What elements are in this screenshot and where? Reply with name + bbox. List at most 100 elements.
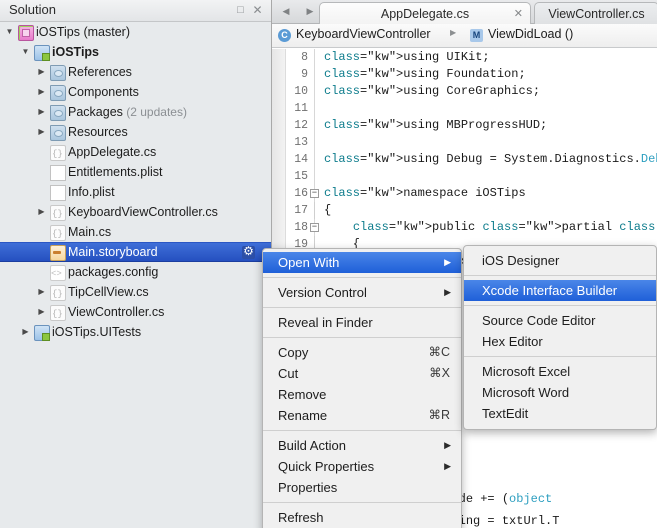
tab-viewcontroller[interactable]: ViewController.cs	[534, 2, 657, 24]
chevron-down-icon[interactable]	[20, 42, 31, 62]
chevron-right-icon[interactable]	[36, 302, 47, 322]
menu-item-label: Properties	[278, 480, 338, 495]
context-menu[interactable]: Open With ▶ Version Control ▶ Reveal in Find…	[262, 248, 462, 528]
tree-row-label: Components	[68, 85, 139, 99]
menu-item-shortcut: ⌘C	[428, 345, 450, 359]
tree-row[interactable]: ViewController.cs	[0, 302, 271, 324]
breadcrumb-method[interactable]: ViewDidLoad ()	[488, 27, 573, 41]
submenu-arrow-icon: ▶	[444, 461, 451, 471]
tree-row[interactable]: Resources	[0, 122, 271, 142]
tree-row[interactable]: Info.plist	[0, 182, 271, 202]
tree-row[interactable]: Main.cs	[0, 222, 271, 244]
tree-row-label: Main.storyboard	[68, 245, 158, 259]
chevron-right-icon[interactable]	[20, 322, 31, 342]
tree-row-sublabel: (2 updates)	[122, 105, 187, 119]
arrow-right-icon[interactable]: ▶	[302, 4, 318, 19]
menu-separator	[263, 307, 461, 308]
close-icon[interactable]: ✕	[514, 3, 523, 25]
csharp-icon	[50, 304, 66, 324]
arrow-left-icon[interactable]: ◀	[278, 4, 294, 19]
submenu-arrow-icon: ▶	[444, 287, 451, 297]
code-line: 15	[272, 168, 657, 185]
tab-label: AppDelegate.cs	[380, 7, 470, 21]
tab-appdelegate[interactable]: AppDelegate.cs ✕	[319, 2, 531, 24]
line-number: 18	[294, 221, 308, 234]
menu-item-shortcut: ⌘R	[428, 408, 450, 422]
tree-row-label: packages.config	[68, 265, 159, 279]
menu-item[interactable]: iOS Designer	[464, 250, 656, 271]
menu-separator	[263, 277, 461, 278]
tree-row[interactable]: AppDelegate.cs	[0, 142, 271, 164]
plist-icon	[50, 165, 66, 181]
menu-item[interactable]: Microsoft Excel	[464, 361, 656, 382]
tree-row[interactable]: References	[0, 62, 271, 82]
menu-item-label: Cut	[278, 366, 299, 381]
menu-item[interactable]: Copy ⌘C	[263, 342, 461, 363]
code-text: class="kw">using UIKit;	[324, 50, 490, 64]
menu-item[interactable]: Xcode Interface Builder	[464, 280, 656, 301]
menu-item-label: Rename	[278, 408, 328, 423]
menu-item-label: TextEdit	[482, 406, 529, 421]
tree-row-label: Main.cs	[68, 225, 112, 239]
line-number: 16	[294, 187, 308, 200]
tree-row-selected[interactable]: Main.storyboard	[0, 242, 271, 262]
menu-item-label: Microsoft Word	[482, 385, 570, 400]
code-text: class="kw">public class="kw">partial cla…	[352, 220, 656, 234]
menu-item[interactable]: Properties	[263, 477, 461, 498]
tree-row-label: iOSTips (master)	[36, 25, 130, 39]
line-number: 17	[294, 204, 308, 217]
menu-item[interactable]: Source Code Editor	[464, 310, 656, 331]
tree-row[interactable]: Packages (2 updates)	[0, 102, 271, 122]
gear-icon[interactable]	[242, 244, 255, 259]
menu-item[interactable]: Rename ⌘R	[263, 405, 461, 426]
tree-row[interactable]: Components	[0, 82, 271, 102]
chevron-right-icon[interactable]	[36, 122, 47, 142]
menu-item[interactable]: Version Control ▶	[263, 282, 461, 303]
menu-item[interactable]: Hex Editor	[464, 331, 656, 352]
submenu-arrow-icon: ▶	[444, 440, 451, 450]
page-title: Solution	[9, 2, 56, 17]
menu-item[interactable]: Reveal in Finder	[263, 312, 461, 333]
folder-icon	[50, 85, 66, 101]
menu-separator	[263, 502, 461, 503]
menu-item[interactable]: Build Action ▶	[263, 435, 461, 456]
menu-item[interactable]: TextEdit	[464, 403, 656, 424]
chevron-right-icon[interactable]	[36, 202, 47, 222]
chevron-right-icon[interactable]	[36, 282, 47, 302]
breadcrumb-class[interactable]: KeyboardViewController	[296, 27, 431, 41]
menu-item[interactable]: Open With ▶	[263, 252, 461, 273]
code-line: 12 class="kw">using MBProgressHUD;	[272, 117, 657, 134]
menu-item[interactable]: Remove	[263, 384, 461, 405]
tree-row[interactable]: iOSTips (master)	[0, 22, 271, 42]
menu-item[interactable]: Quick Properties ▶	[263, 456, 461, 477]
chevron-right-icon[interactable]	[36, 102, 47, 122]
tree-row[interactable]: Entitlements.plist	[0, 162, 271, 182]
csharp-icon	[50, 144, 66, 164]
fold-collapse-icon[interactable]: −	[310, 189, 319, 198]
csharp-icon	[50, 284, 66, 304]
tree-row[interactable]: iOSTips	[0, 42, 271, 62]
chevron-right-icon[interactable]	[36, 82, 47, 102]
close-icon[interactable]: ✕	[252, 4, 263, 16]
menu-item[interactable]: Cut ⌘X	[263, 363, 461, 384]
tree-row-label: ViewController.cs	[68, 305, 165, 319]
solution-tree[interactable]: iOSTips (master) iOSTips References Compone…	[0, 22, 271, 528]
dock-icon[interactable]: □	[235, 5, 246, 16]
code-lines: 8 class="kw">using UIKit; 9 class="kw">usin…	[272, 49, 657, 270]
submenu-arrow-icon: ▶	[444, 257, 451, 267]
open-with-submenu[interactable]: iOS Designer Xcode Interface Builder Sourc…	[463, 245, 657, 430]
menu-item[interactable]: Refresh	[263, 507, 461, 528]
menu-item[interactable]: Microsoft Word	[464, 382, 656, 403]
line-number: 15	[294, 170, 308, 183]
chevron-right-icon[interactable]	[36, 62, 47, 82]
tree-row[interactable]: iOSTips.UITests	[0, 322, 271, 342]
tree-row[interactable]: TipCellView.cs	[0, 282, 271, 304]
tree-row[interactable]: KeyboardViewController.cs	[0, 202, 271, 224]
tree-row[interactable]: packages.config	[0, 262, 271, 284]
chevron-down-icon[interactable]	[4, 22, 15, 42]
class-icon: C	[278, 29, 291, 42]
fold-collapse-icon[interactable]: −	[310, 223, 319, 232]
tree-row-label: iOSTips.UITests	[52, 325, 142, 339]
code-line: 17 {	[272, 202, 657, 219]
chevron-right-icon: ▶	[450, 28, 457, 37]
